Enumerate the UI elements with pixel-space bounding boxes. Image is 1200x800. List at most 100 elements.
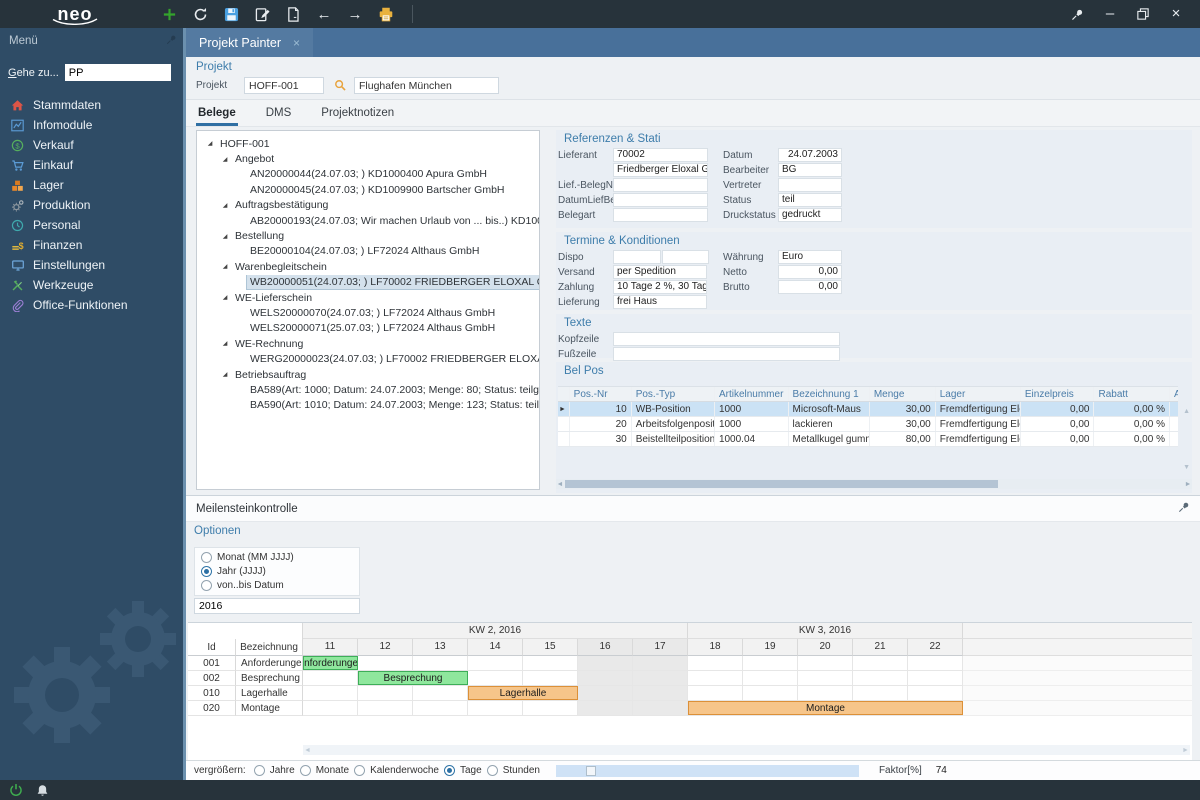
field-value[interactable] bbox=[613, 347, 840, 361]
tree-item[interactable]: ◢ WELS20000070(24.07.03; ) LF72024 Altha… bbox=[197, 305, 539, 320]
edit-document-icon[interactable] bbox=[253, 5, 271, 23]
field-value[interactable] bbox=[613, 250, 661, 264]
gantt-bar-anforderungen[interactable]: Anforderungen bbox=[303, 656, 358, 670]
year-input[interactable] bbox=[194, 598, 360, 614]
search-icon[interactable] bbox=[332, 79, 348, 92]
field-value[interactable]: teil bbox=[778, 193, 842, 207]
expand-icon[interactable]: ◢ bbox=[203, 140, 217, 147]
expand-icon[interactable]: ◢ bbox=[218, 371, 232, 378]
tab-projekt-painter[interactable]: Projekt Painter × bbox=[186, 28, 313, 57]
radio-tage[interactable]: Tage bbox=[444, 765, 482, 776]
sidebar-item-infomodule[interactable]: Infomodule bbox=[0, 115, 186, 135]
sidebar-item-produktion[interactable]: Produktion bbox=[0, 195, 186, 215]
tree-item[interactable]: ◢ Betriebsauftrag bbox=[197, 367, 539, 382]
radio-von-bis-datum[interactable]: von..bis Datum bbox=[201, 580, 353, 591]
zoom-slider[interactable] bbox=[555, 764, 859, 777]
new-icon[interactable] bbox=[160, 5, 178, 23]
radio-monate[interactable]: Monate bbox=[299, 765, 349, 776]
scroll-left-icon[interactable]: ◄ bbox=[556, 481, 564, 488]
sidebar-item-verkauf[interactable]: $ Verkauf bbox=[0, 135, 186, 155]
tree-item[interactable]: ◢ Angebot bbox=[197, 151, 539, 166]
projekt-name-field[interactable]: Flughafen München bbox=[354, 77, 499, 94]
close-icon[interactable]: × bbox=[1168, 6, 1184, 22]
column-header[interactable]: Einzelpreis bbox=[1021, 387, 1095, 401]
refresh-icon[interactable] bbox=[191, 5, 209, 23]
close-tab-icon[interactable]: × bbox=[293, 36, 300, 50]
tree-item[interactable]: ◢ Auftragsbestätigung bbox=[197, 198, 539, 213]
column-header[interactable]: Menge bbox=[870, 387, 936, 401]
save-icon[interactable] bbox=[222, 5, 240, 23]
radio-jahre[interactable]: Jahre bbox=[253, 765, 295, 776]
scroll-right-icon[interactable]: ► bbox=[1181, 747, 1190, 754]
column-header[interactable]: Artikelnummer bbox=[715, 387, 789, 401]
sidebar-item-werkzeuge[interactable]: Werkzeuge bbox=[0, 275, 186, 295]
tree-item[interactable]: ◢ BA590(Art: 1010; Datum: 24.07.2003; Me… bbox=[197, 398, 539, 413]
sidebar-item-lager[interactable]: Lager bbox=[0, 175, 186, 195]
field-value[interactable]: frei Haus bbox=[613, 295, 707, 309]
tree-item[interactable]: ◢ BE20000104(24.07.03; ) LF72024 Althaus… bbox=[197, 244, 539, 259]
pin-icon[interactable] bbox=[1178, 501, 1190, 516]
sidebar-item-stammdaten[interactable]: Stammdaten bbox=[0, 95, 186, 115]
minimize-icon[interactable]: – bbox=[1102, 6, 1118, 22]
zoom-slider-thumb[interactable] bbox=[585, 765, 596, 776]
tree-item[interactable]: ◢ AB20000193(24.07.03; Wir machen Urlaub… bbox=[197, 213, 539, 228]
tree-item[interactable]: ◢ WELS20000071(25.07.03; ) LF72024 Altha… bbox=[197, 321, 539, 336]
scroll-left-icon[interactable]: ◄ bbox=[303, 747, 312, 754]
pin-icon[interactable] bbox=[1069, 6, 1085, 22]
gantt-bar-besprechung[interactable]: Besprechung bbox=[358, 671, 468, 685]
field-value[interactable]: Euro bbox=[778, 250, 842, 264]
field-value[interactable] bbox=[613, 332, 840, 346]
tree-item[interactable]: ◢ Bestellung bbox=[197, 228, 539, 243]
field-value[interactable]: BG bbox=[778, 163, 842, 177]
scroll-down-icon[interactable]: ▼ bbox=[1183, 464, 1190, 471]
scroll-up-icon[interactable]: ▲ bbox=[1183, 408, 1190, 415]
field-value[interactable]: Friedberger Eloxal GmbH bbox=[613, 163, 708, 177]
goto-input[interactable] bbox=[64, 64, 171, 81]
radio-jahr-jjjj[interactable]: Jahr (JJJJ) bbox=[201, 566, 353, 577]
pin-icon[interactable] bbox=[166, 34, 177, 48]
tab-projektnotizen[interactable]: Projektnotizen bbox=[319, 107, 396, 126]
field-value[interactable] bbox=[613, 193, 708, 207]
field-value[interactable]: 0,00 bbox=[778, 265, 842, 279]
sidebar-item-einstellungen[interactable]: Einstellungen bbox=[0, 255, 186, 275]
field-value[interactable] bbox=[613, 208, 708, 222]
tree-item[interactable]: ◢ Warenbegleitschein bbox=[197, 259, 539, 274]
gantt-horizontal-scrollbar[interactable]: ◄ ► bbox=[303, 745, 1190, 755]
sidebar-item-finanzen[interactable]: $ Finanzen bbox=[0, 235, 186, 255]
field-value[interactable] bbox=[778, 178, 842, 192]
column-header[interactable]: Rabatt bbox=[1094, 387, 1170, 401]
scroll-right-icon[interactable]: ► bbox=[1184, 481, 1192, 488]
tree-item[interactable]: ◢ BA589(Art: 1000; Datum: 24.07.2003; Me… bbox=[197, 382, 539, 397]
expand-icon[interactable]: ◢ bbox=[218, 340, 232, 347]
bell-icon[interactable] bbox=[36, 784, 49, 797]
document-icon[interactable] bbox=[284, 5, 302, 23]
field-value[interactable] bbox=[661, 250, 709, 264]
field-value[interactable] bbox=[613, 178, 708, 192]
projekt-code-field[interactable]: HOFF-001 bbox=[244, 77, 324, 94]
expand-icon[interactable]: ◢ bbox=[218, 294, 232, 301]
column-header[interactable]: Aus bbox=[1170, 387, 1178, 401]
column-header[interactable]: Lager bbox=[936, 387, 1021, 401]
tree-item[interactable]: ◢ AN20000044(24.07.03; ) KD1000400 Apura… bbox=[197, 167, 539, 182]
expand-icon[interactable]: ◢ bbox=[218, 263, 232, 270]
field-value[interactable]: gedruckt bbox=[778, 208, 842, 222]
belpos-horizontal-scrollbar[interactable]: ◄ ► bbox=[556, 479, 1192, 489]
tree-item[interactable]: ◢ WERG20000023(24.07.03; ) LF70002 FRIED… bbox=[197, 351, 539, 366]
back-icon[interactable]: ← bbox=[315, 5, 333, 23]
print-icon[interactable] bbox=[377, 5, 395, 23]
power-icon[interactable] bbox=[9, 783, 23, 797]
tree-item[interactable]: ◢ WB20000051(24.07.03; ) LF70002 FRIEDBE… bbox=[197, 274, 539, 290]
gantt-bar-montage[interactable]: Montage bbox=[688, 701, 963, 715]
sidebar-item-einkauf[interactable]: Einkauf bbox=[0, 155, 186, 175]
field-value[interactable]: 10 Tage 2 %, 30 Tage netto bbox=[613, 280, 707, 294]
radio-kalenderwoche[interactable]: Kalenderwoche bbox=[354, 765, 439, 776]
restore-icon[interactable] bbox=[1135, 6, 1151, 22]
column-header[interactable]: Bezeichnung 1 bbox=[789, 387, 870, 401]
expand-icon[interactable]: ◢ bbox=[218, 233, 232, 240]
tree-item[interactable]: ◢ HOFF-001 bbox=[197, 136, 539, 151]
tree-item[interactable]: ◢ WE-Lieferschein bbox=[197, 290, 539, 305]
sidebar-item-personal[interactable]: Personal bbox=[0, 215, 186, 235]
table-row[interactable]: ► 10 WB-Position 1000 Microsoft-Maus 30,00 Fre… bbox=[558, 402, 1178, 417]
gantt-bar-lagerhalle[interactable]: Lagerhalle bbox=[468, 686, 578, 700]
table-row[interactable]: 30 Beistellteilposition 1000.04 Metallkugel… bbox=[558, 432, 1178, 447]
